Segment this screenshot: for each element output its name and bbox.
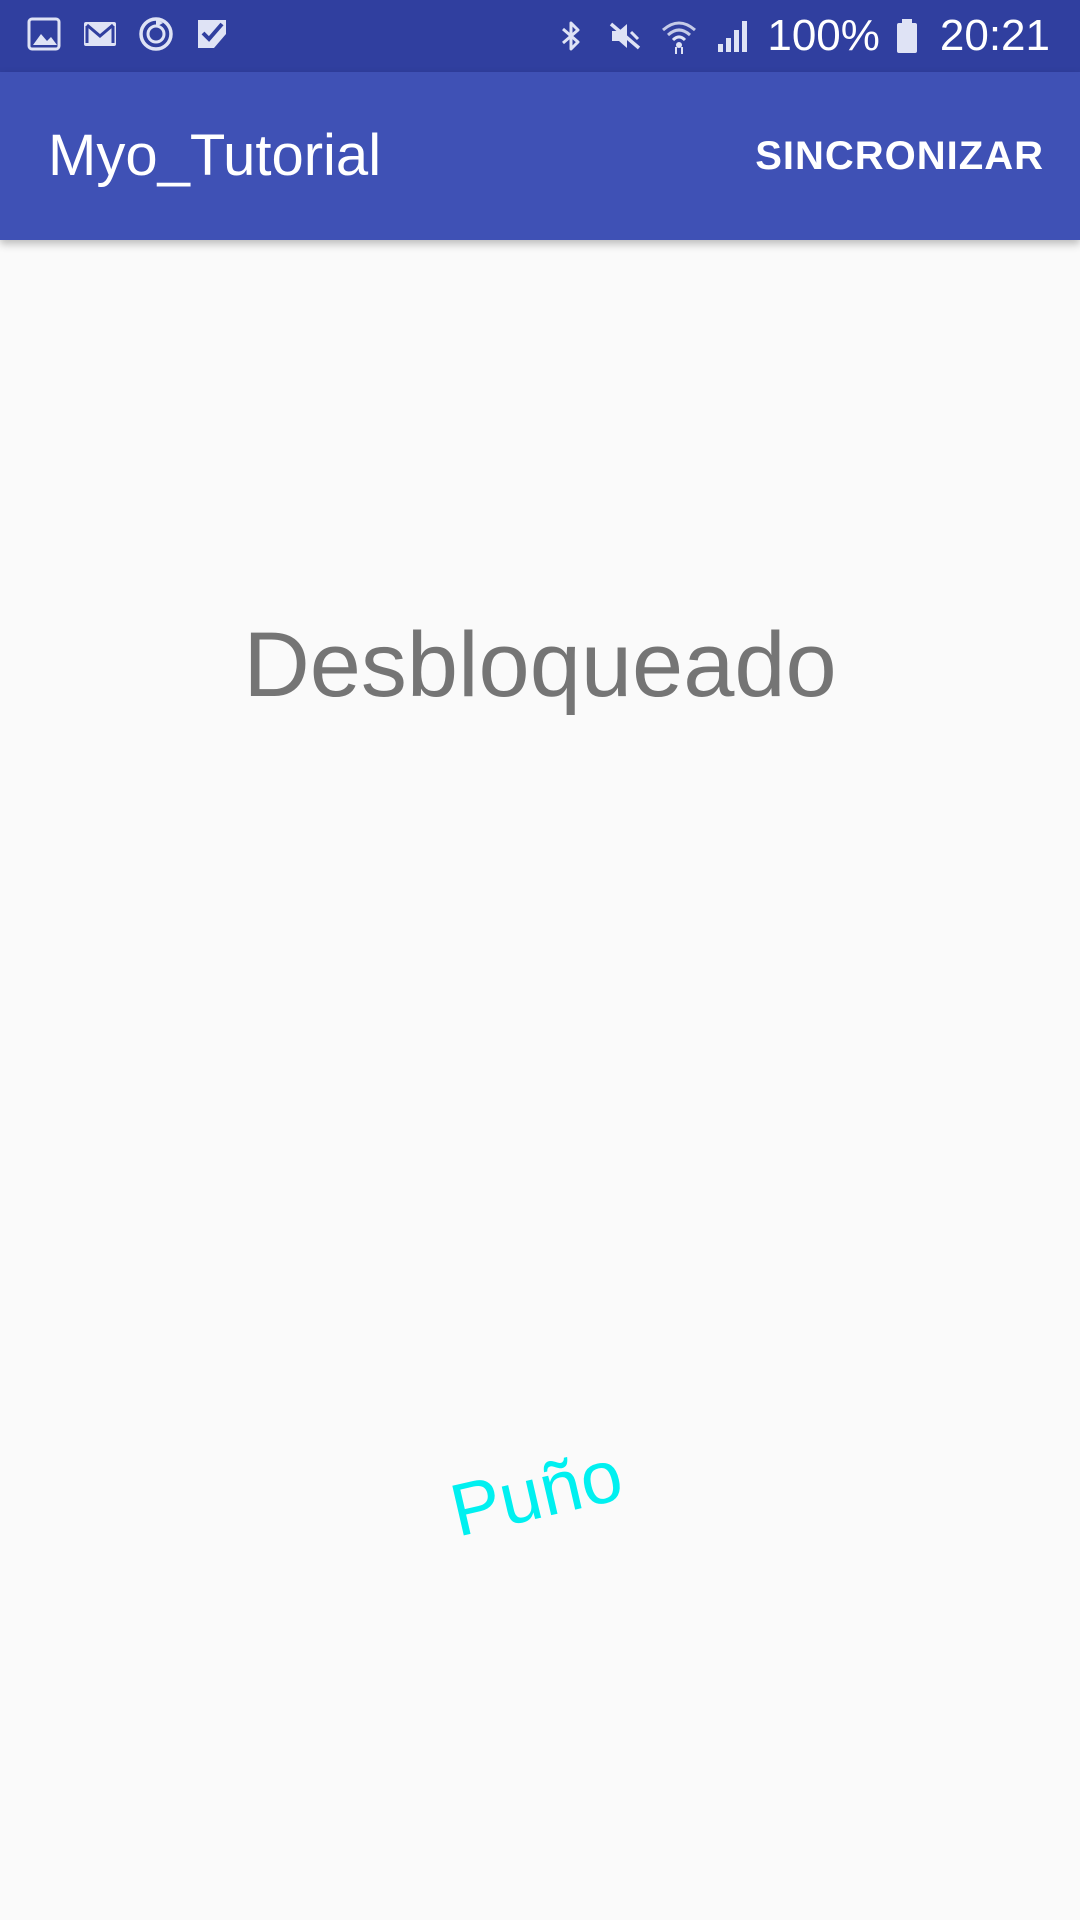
gmail-icon	[80, 14, 120, 54]
status-bar: 100% 20:21	[0, 0, 1080, 72]
sync-button[interactable]: SINCRONIZAR	[755, 72, 1044, 240]
clock: 20:21	[939, 11, 1050, 60]
battery-icon	[894, 16, 920, 56]
lock-status-text: Desbloqueado	[243, 614, 837, 716]
bluetooth-icon	[551, 16, 591, 56]
pose-text: Puño	[442, 1432, 630, 1553]
app-title: Myo_Tutorial	[48, 123, 382, 188]
signal-icon	[713, 16, 753, 56]
screen: 100% 20:21 Myo_Tutorial SINCRONIZAR Desb…	[0, 0, 1080, 1920]
app-bar: Myo_Tutorial SINCRONIZAR	[0, 72, 1080, 240]
system-status: 100% 20:21	[551, 0, 1050, 72]
battery-percentage: 100%	[767, 11, 880, 60]
notification-icons	[24, 14, 232, 54]
sync-circle-icon	[136, 14, 176, 54]
wifi-icon	[659, 16, 699, 56]
tasks-check-icon	[192, 14, 232, 54]
gallery-icon	[24, 14, 64, 54]
mute-icon	[605, 16, 645, 56]
